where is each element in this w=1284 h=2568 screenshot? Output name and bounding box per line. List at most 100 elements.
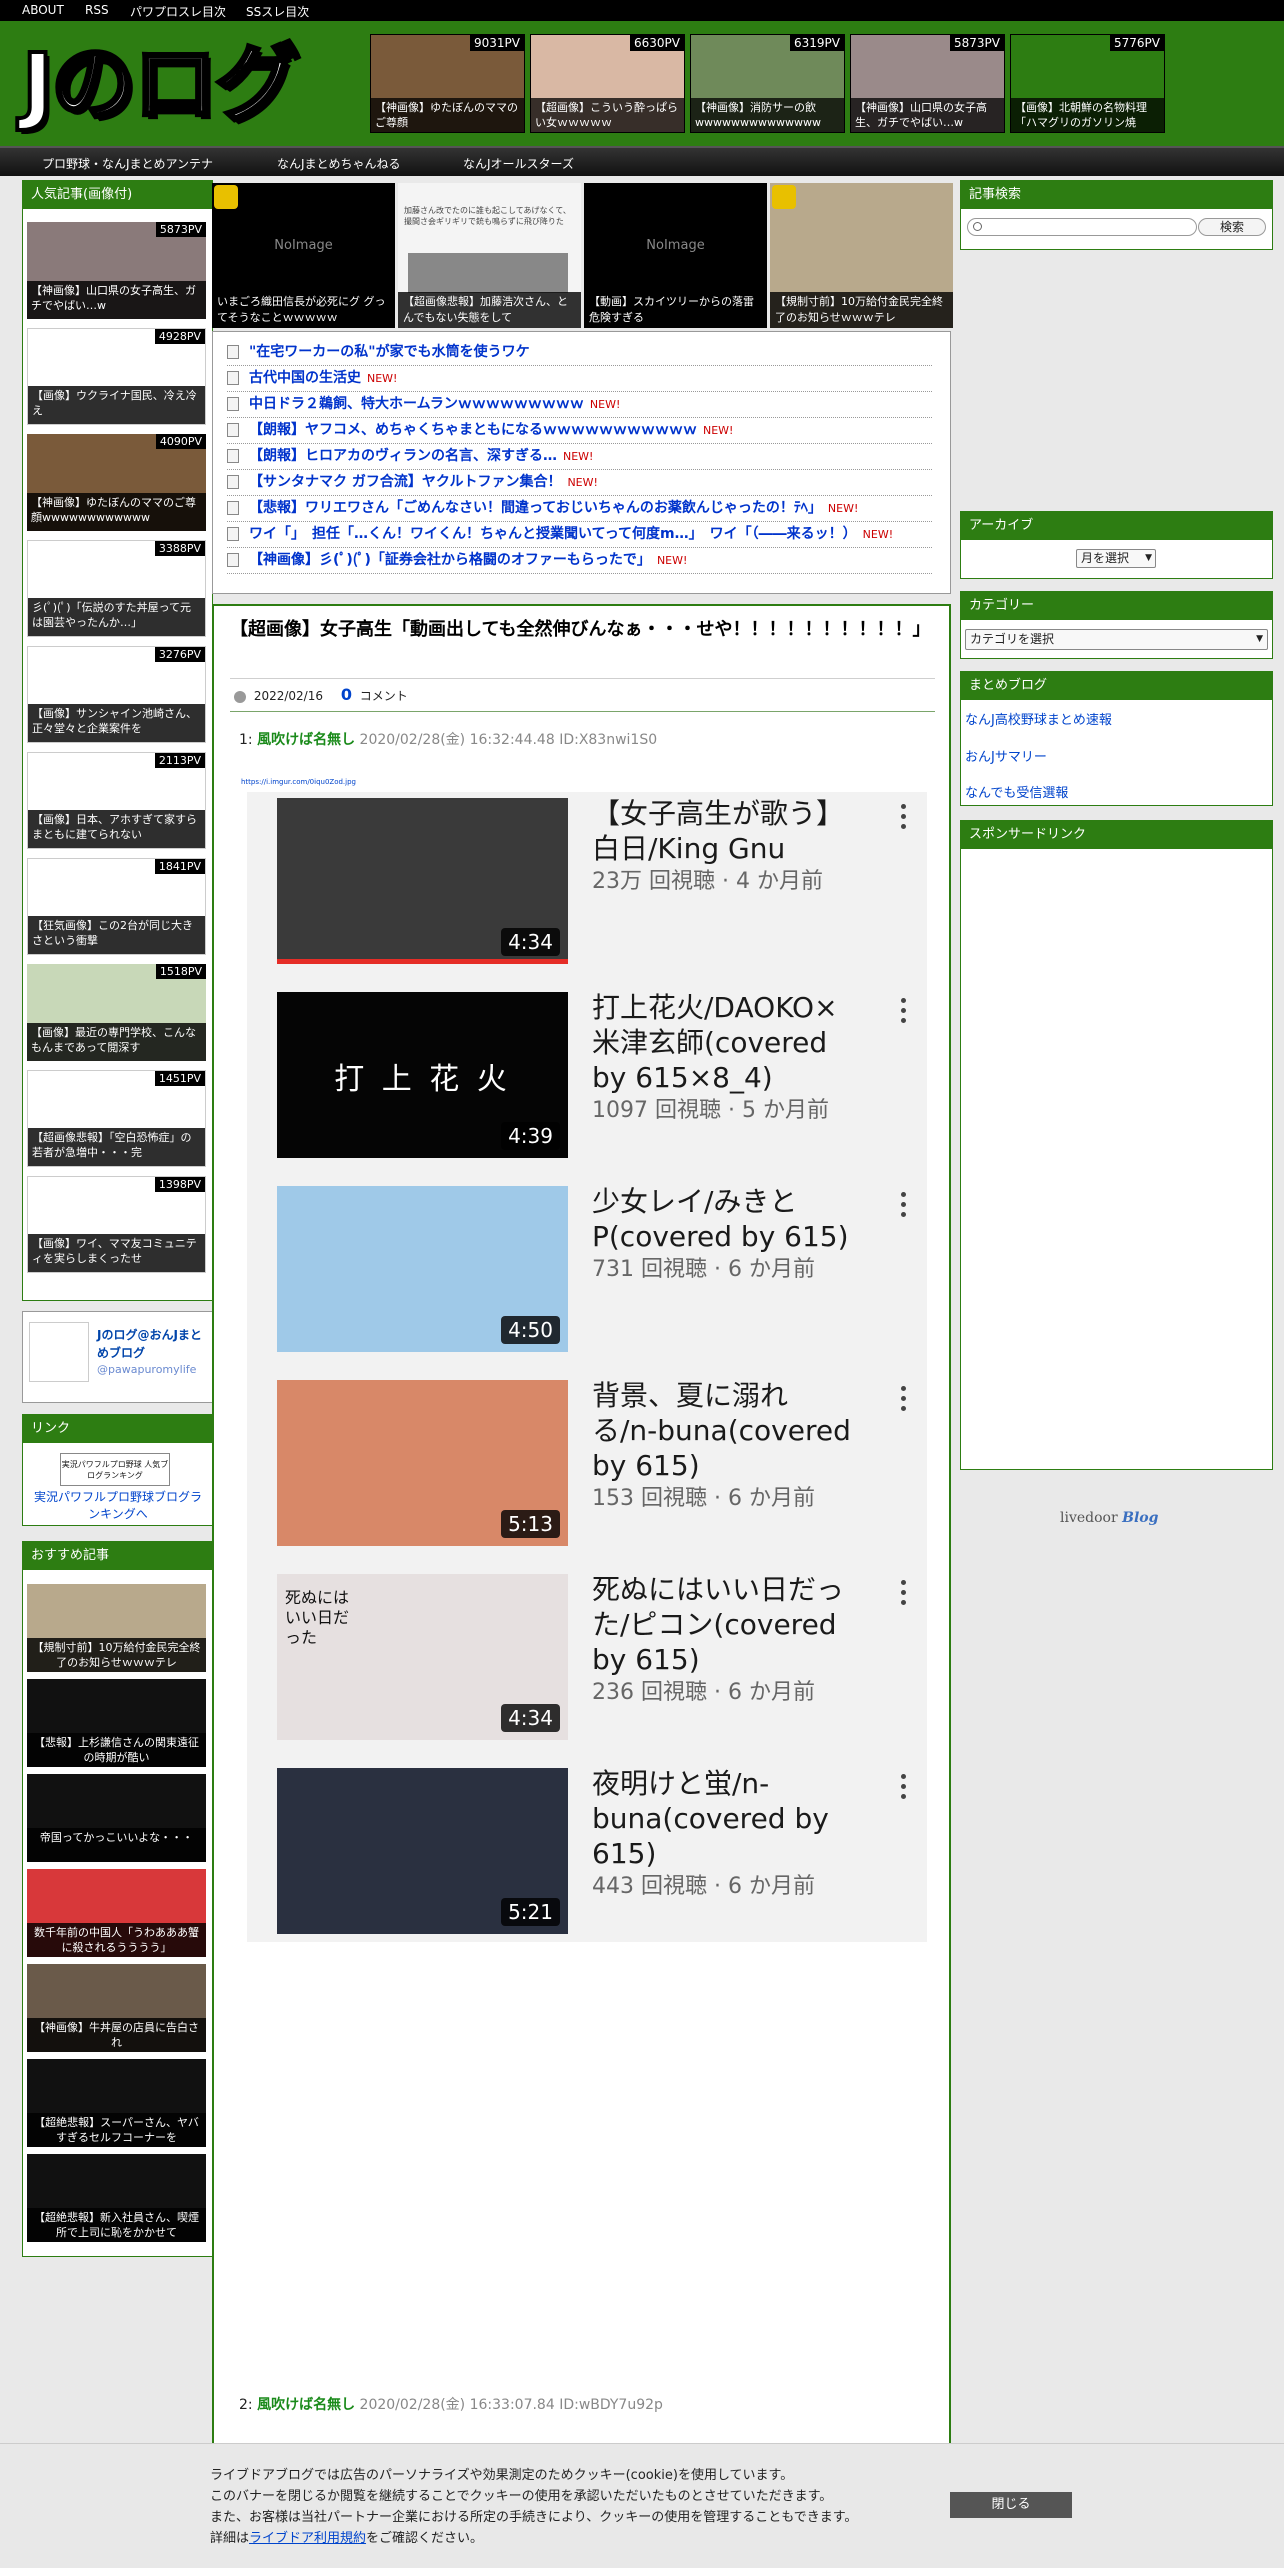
video-thumbnail[interactable]: 4:34 — [277, 798, 568, 964]
popular-article[interactable]: 3276PV 【画像】サンシャイン池崎さん、正々堂々と企業案件を — [27, 646, 206, 743]
matome-link[interactable]: なんでも受信選報 — [965, 782, 1068, 801]
headline-item[interactable]: "在宅ワーカーの私"が家でも水筒を使うワケ — [227, 340, 932, 366]
popular-article[interactable]: 2113PV 【画像】日本、アホすぎて家すらまともに建てられない — [27, 752, 206, 849]
recommended-title: おすすめ記事 — [23, 1542, 212, 1570]
document-icon — [227, 501, 239, 515]
recommended-article-caption: 帝国ってかっこいいよな・・・ — [27, 1828, 206, 1862]
header-thumb[interactable]: 6319PV 【神画像】消防サーの飲wwwwwwwwwwwwww — [690, 34, 845, 133]
twitter-name[interactable]: Jのログ@おんJまとめブログ — [97, 1326, 207, 1362]
featured-thumb[interactable]: 加藤さん改でたのに誰も起こしてあげなくて、撮間さ会ギリギリで銃も鳴らずに飛び降り… — [398, 183, 581, 328]
recommended-article[interactable]: 【悲報】上杉謙信さんの関東遠征の時期が酷い — [27, 1679, 206, 1767]
headline-item[interactable]: 【サンタナマク ガフ合流】ヤクルトファン集合！ NEW! — [227, 470, 932, 496]
video-info[interactable]: 【女子高生が歌う】白日/King Gnu 23万 回視聴 · 4 か月前 — [592, 796, 852, 898]
featured-thumb[interactable]: NoImage 【動画】スカイツリーからの落雷 危険すぎる — [584, 183, 767, 328]
clock-icon — [234, 690, 246, 703]
headline-title: 【悲報】ワリエワさん「ごめんなさい！間違っておじいちゃんのお薬飲んじゃったの！ﾃ… — [249, 500, 822, 516]
archive-title: アーカイブ — [961, 512, 1272, 540]
archive-select[interactable]: 月を選択 ▼ — [1076, 549, 1156, 568]
site-header: Jのログ 9031PV 【神画像】ゆたぼんのママのご尊顔 6630PV 【超画像… — [0, 21, 1284, 146]
ranking-link[interactable]: 実況パワフルプロ野球ブログランキングへ — [33, 1489, 203, 1523]
headline-item[interactable]: 【神画像】彡(ﾟ)(ﾟ)「証券会社から格闘のオファーもらったで」 NEW! — [227, 548, 932, 574]
popular-article[interactable]: 1841PV 【狂気画像】この2台が同じ大きさという衝撃 — [27, 858, 206, 955]
video-thumbnail[interactable]: 5:21 — [277, 1768, 568, 1934]
popular-article[interactable]: 4928PV 【画像】ウクライナ国民、冷え冷え — [27, 328, 206, 425]
headline-item[interactable]: 古代中国の生活史 NEW! — [227, 366, 932, 392]
matome-link[interactable]: おんJサマリー — [965, 746, 1047, 765]
headline-item[interactable]: 【朗報】ヒロアカのヴィランの名言、深すぎる… NEW! — [227, 444, 932, 470]
recommended-article[interactable]: 【超絶悲報】スーパーさん、ヤバすぎるセルフコーナーを — [27, 2059, 206, 2147]
header-thumb[interactable]: 9031PV 【神画像】ゆたぼんのママのご尊顔 — [370, 34, 525, 133]
popular-article-caption: 【神画像】山口県の女子高生、ガチでやばい…w — [27, 281, 206, 319]
headline-item[interactable]: ワイ「」 担任「…くん！ワイくん！ちゃんと授業聞いてって何度m…」 ワイ「（――… — [227, 522, 932, 548]
site-logo[interactable]: Jのログ — [20, 29, 301, 139]
recommended-article[interactable]: 【神画像】牛丼屋の店員に告白され — [27, 1964, 206, 2052]
livedoor-blog-logo[interactable]: livedoor Blog — [1060, 1510, 1158, 1526]
topbar-link-pawapuro[interactable]: パワプロスレ目次 — [130, 3, 226, 20]
featured-thumb[interactable]: NoImage いまごろ織田信長が必死にグ グってそうなことｗｗｗｗｗ — [212, 183, 395, 328]
image-link[interactable]: https://i.imgur.com/0iqu0Zod.jpg — [241, 778, 356, 786]
video-title: 夜明けと蛍/n-buna(covered by 615) — [592, 1767, 829, 1870]
video-info[interactable]: 少女レイ/みきとP(covered by 615) 731 回視聴 · 6 か月前 — [592, 1184, 852, 1286]
document-icon — [227, 527, 239, 541]
headline-title: "在宅ワーカーの私"が家でも水筒を使うワケ — [249, 344, 530, 360]
popular-article[interactable]: 1398PV 【画像】ワイ、ママ友コミュニティを実らしまくったせ — [27, 1176, 206, 1273]
avatar[interactable] — [29, 1322, 89, 1382]
recommended-article-caption: 【超絶悲報】スーパーさん、ヤバすぎるセルフコーナーを — [27, 2113, 206, 2147]
video-duration: 5:13 — [501, 1510, 560, 1538]
category-select[interactable]: カテゴリを選択 ▼ — [965, 629, 1268, 650]
video-info[interactable]: 打上花火/DAOKO×米津玄師(covered by 615×8_4) 1097 … — [592, 990, 852, 1127]
popular-article[interactable]: 1518PV 【画像】最近の専門学校、こんなもんまであって閲深す — [27, 964, 206, 1061]
cookie-close-button[interactable]: 閉じる — [950, 2492, 1072, 2518]
more-options-icon[interactable] — [901, 998, 907, 1028]
recommended-article-caption: 数千年前の中国人「うわあああ蟹に殺されるうううう」 — [27, 1923, 206, 1957]
headline-title: 中日ドラ２鵜飼、特大ホームランｗｗｗｗｗｗｗｗｗ — [249, 396, 584, 412]
more-options-icon[interactable] — [901, 1386, 907, 1416]
twitter-handle[interactable]: @pawapuromylife — [97, 1363, 196, 1376]
video-info[interactable]: 夜明けと蛍/n-buna(covered by 615) 443 回視聴 · 6 … — [592, 1766, 852, 1903]
video-thumbnail[interactable]: 死ぬには いい日だった 4:34 — [277, 1574, 568, 1740]
topbar-link-about[interactable]: ABOUT — [22, 3, 64, 17]
nav-link-allstars[interactable]: なんJオールスターズ — [463, 155, 574, 172]
header-thumb[interactable]: 5873PV 【神画像】山口県の女子高生、ガチでやばい…w — [850, 34, 1005, 133]
more-options-icon[interactable] — [901, 1580, 907, 1610]
video-thumbnail[interactable]: 打 上 花 火 4:39 — [277, 992, 568, 1158]
recommended-article[interactable]: 【規制寸前】10万給付金民完全終了のお知らせｗｗｗテレ — [27, 1584, 206, 1672]
comment-count[interactable]: 0 — [341, 685, 352, 704]
matome-link[interactable]: なんJ高校野球まとめ速報 — [965, 709, 1112, 728]
nav-link-antenna[interactable]: プロ野球・なんJまとめアンテナ — [42, 155, 213, 172]
header-thumb[interactable]: 5776PV 【画像】北朝鮮の名物料理「ハマグリのガソリン焼 — [1010, 34, 1165, 133]
nav-link-matome-channel[interactable]: なんJまとめちゃんねる — [277, 155, 401, 172]
recommended-article[interactable]: 帝国ってかっこいいよな・・・ — [27, 1774, 206, 1862]
popular-article[interactable]: 5873PV 【神画像】山口県の女子高生、ガチでやばい…w — [27, 222, 206, 319]
search-button[interactable]: 検索 — [1198, 218, 1266, 236]
video-thumbnail[interactable]: 4:50 — [277, 1186, 568, 1352]
video-meta: 23万 回視聴 · 4 か月前 — [592, 869, 823, 894]
search-input[interactable] — [967, 218, 1197, 236]
recommended-article[interactable]: 【超絶悲報】新入社員さん、喫煙所で上司に恥をかかせて — [27, 2154, 206, 2242]
video-info[interactable]: 背景、夏に溺れる/n-buna(covered by 615) 153 回視聴 ·… — [592, 1378, 852, 1515]
headline-item[interactable]: 【朗報】ヤフコメ、めちゃくちゃまともになるｗｗｗｗｗｗｗｗｗｗｗ NEW! — [227, 418, 932, 444]
topbar-link-ss[interactable]: SSスレ目次 — [246, 3, 309, 20]
popular-article-caption: 【神画像】ゆたぼんのママのご尊顔wwwwwwwwwwww — [27, 493, 206, 531]
popular-article[interactable]: 1451PV 【超画像悲報】「空白恐怖症」の若者が急増中・・・完 — [27, 1070, 206, 1167]
more-options-icon[interactable] — [901, 1192, 907, 1222]
header-thumb[interactable]: 6630PV 【超画像】こういう酔っぱらい女ｗｗｗｗｗ — [530, 34, 685, 133]
thumbnail-text: 死ぬには いい日だった — [285, 1588, 350, 1647]
terms-link[interactable]: ライブドア利用規約 — [249, 2531, 366, 2546]
video-info[interactable]: 死ぬにはいい日だった/ピコン(covered by 615) 236 回視聴 · … — [592, 1572, 852, 1709]
video-thumbnail[interactable]: 5:13 — [277, 1380, 568, 1546]
more-options-icon[interactable] — [901, 1774, 907, 1804]
topbar-link-rss[interactable]: RSS — [85, 3, 109, 17]
document-icon — [227, 553, 239, 567]
more-options-icon[interactable] — [901, 804, 907, 834]
headline-item[interactable]: 【悲報】ワリエワさん「ごめんなさい！間違っておじいちゃんのお薬飲んじゃったの！ﾃ… — [227, 496, 932, 522]
video-title: 背景、夏に溺れる/n-buna(covered by 615) — [592, 1379, 851, 1482]
ranking-banner[interactable]: 実況パワフルプロ野球 人気ブログランキング — [60, 1453, 170, 1486]
featured-thumb[interactable]: 【規制寸前】10万給付金民完全終了のお知らせｗｗｗテレ — [770, 183, 953, 328]
recommended-article[interactable]: 数千年前の中国人「うわあああ蟹に殺されるうううう」 — [27, 1869, 206, 1957]
headline-item[interactable]: 中日ドラ２鵜飼、特大ホームランｗｗｗｗｗｗｗｗｗ NEW! — [227, 392, 932, 418]
search-icon — [973, 222, 982, 231]
popular-article[interactable]: 4090PV 【神画像】ゆたぼんのママのご尊顔wwwwwwwwwwww — [27, 434, 206, 531]
pv-badge: 3276PV — [154, 647, 205, 662]
popular-article[interactable]: 3388PV 彡(ﾟ)(ﾟ)「伝説のすた丼屋って元は園芸やったんか…」 — [27, 540, 206, 637]
